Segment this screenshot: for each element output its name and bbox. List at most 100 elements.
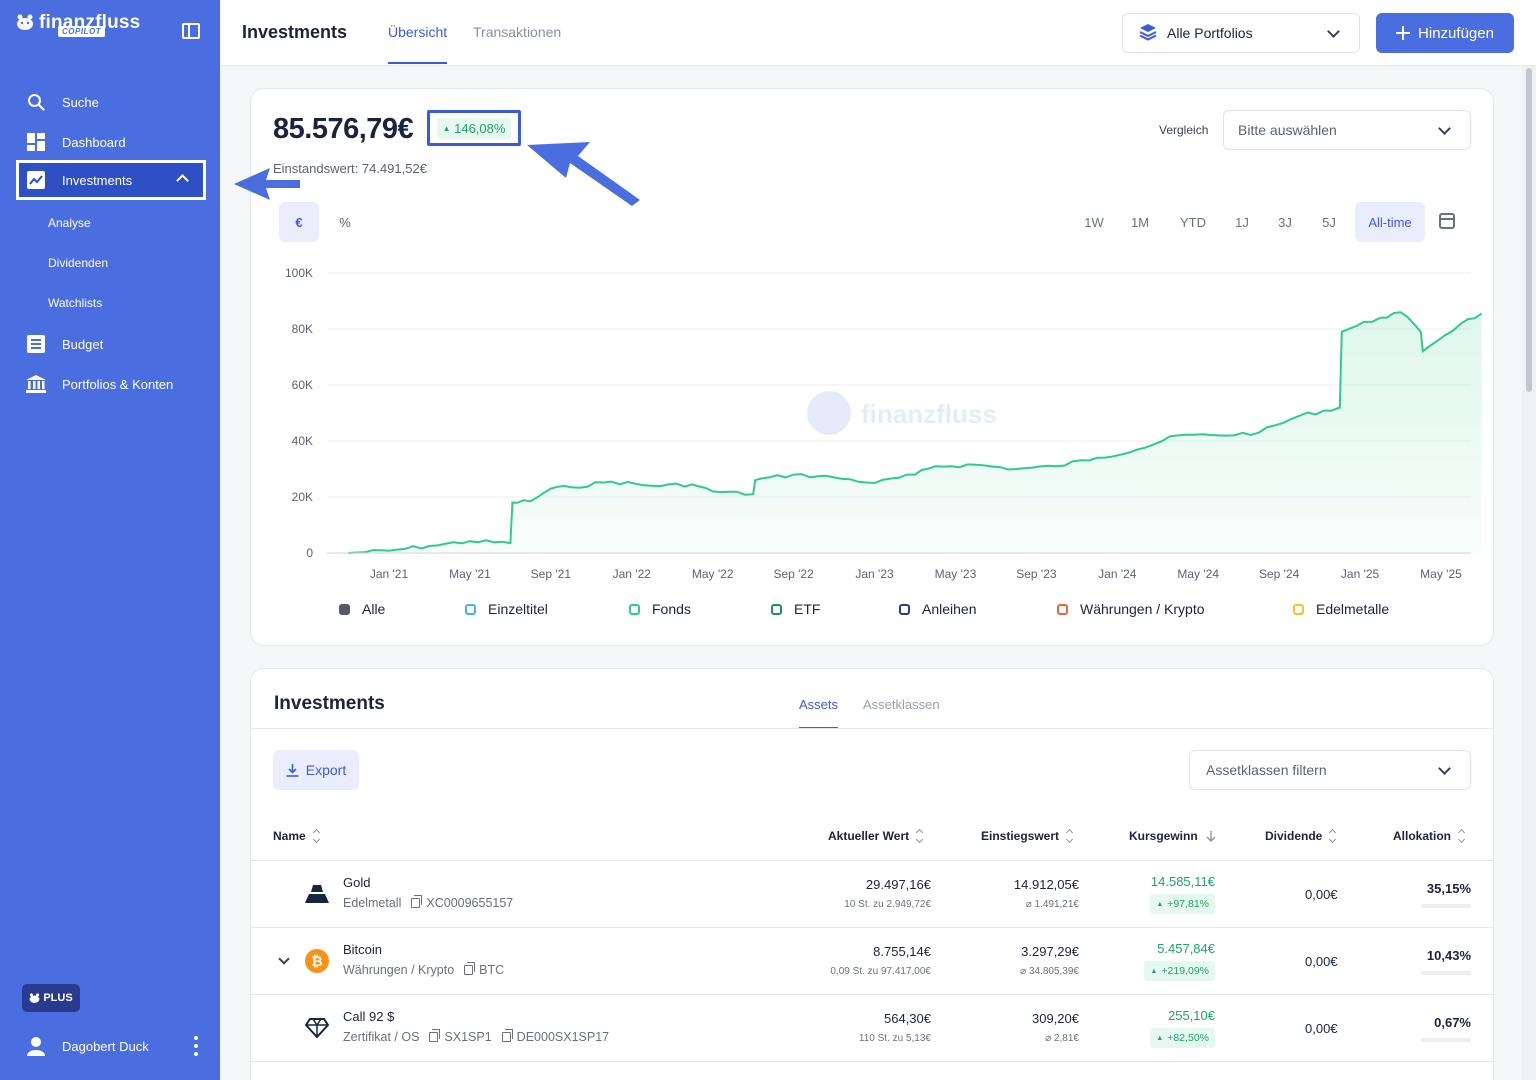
y-tick-label: 0 — [306, 546, 313, 560]
sidebar-item-dashboard[interactable]: Dashboard — [16, 122, 206, 162]
sidebar-item-budget[interactable]: Budget — [16, 324, 206, 364]
sidebar-item-label: Dashboard — [62, 134, 126, 150]
legend-item[interactable]: ETF — [771, 601, 820, 617]
calendar-icon[interactable] — [1439, 213, 1455, 229]
col-header-name[interactable]: Name — [273, 828, 320, 844]
performance-value: 146,08% — [454, 120, 506, 136]
sort-icon — [1329, 828, 1337, 844]
portfolio-value-chart: 100K 80K 60K 40K 20K 0 Jan '21 May '21 Sep '21 Ja… — [285, 266, 1483, 581]
layers-icon — [1139, 23, 1157, 44]
x-tick-label: Jan '23 — [855, 567, 894, 581]
range-3j-button[interactable]: 3J — [1269, 202, 1301, 242]
legend-item[interactable]: Einzeltitel — [465, 601, 548, 617]
sidebar-subitem-watchlists[interactable]: Watchlists — [48, 296, 102, 310]
copy-icon[interactable] — [464, 962, 476, 975]
export-button[interactable]: Export — [273, 750, 359, 790]
legend-item[interactable]: Anleihen — [899, 601, 977, 617]
bank-icon — [26, 374, 46, 394]
col-header-gain[interactable]: Kursgewinn — [1129, 829, 1216, 843]
price-gain: 14.585,11€ — [1150, 874, 1215, 889]
range-5j-button[interactable]: 5J — [1313, 202, 1345, 242]
search-icon — [26, 92, 46, 112]
x-tick-label: May '21 — [449, 567, 491, 581]
legend-item[interactable]: Alle — [339, 601, 385, 617]
col-header-label: Name — [273, 829, 306, 843]
legend-item[interactable]: Währungen / Krypto — [1057, 601, 1205, 617]
page-scrollbar[interactable] — [1522, 66, 1536, 1080]
unit-percent-button[interactable]: % — [325, 202, 365, 242]
sidebar-item-search[interactable]: Suche — [16, 82, 206, 122]
plus-badge[interactable]: PLUS — [22, 984, 80, 1012]
kebab-menu-icon[interactable] — [194, 1036, 198, 1056]
investments-title: Investments — [274, 693, 385, 714]
price-gain-badge: ▲ +82,50% — [1150, 1028, 1215, 1048]
copy-icon[interactable] — [411, 895, 423, 908]
dividend-value: 0,00€ — [1305, 954, 1338, 969]
tab-transaktionen[interactable]: Transaktionen — [473, 24, 561, 40]
asset-name[interactable]: Bitcoin — [343, 942, 382, 957]
asset-name[interactable]: Call 92 $ — [343, 1009, 394, 1024]
sidebar-subitem-analyse[interactable]: Analyse — [48, 216, 91, 230]
chevron-down-icon — [1438, 122, 1451, 135]
tab-assetklassen[interactable]: Assetklassen — [863, 697, 940, 712]
legend-marker-icon — [1293, 603, 1304, 615]
svg-text:₿: ₿ — [311, 954, 322, 970]
range-1m-button[interactable]: 1M — [1123, 202, 1157, 242]
col-header-dividend[interactable]: Dividende — [1265, 828, 1337, 844]
price-gain: 5.457,84€ — [1157, 941, 1215, 956]
svg-text:finanzfluss: finanzfluss — [861, 399, 997, 429]
diamond-icon — [303, 1014, 331, 1042]
x-tick-label: Sep '22 — [773, 567, 814, 581]
range-alltime-button[interactable]: All-time — [1355, 202, 1425, 242]
unit-euro-button[interactable]: € — [279, 202, 319, 242]
divider — [251, 728, 1493, 729]
x-tick-label: Jan '22 — [613, 567, 652, 581]
user-avatar-icon — [27, 1037, 45, 1056]
sidebar-subitem-dividenden[interactable]: Dividenden — [48, 256, 108, 270]
copy-icon[interactable] — [501, 1029, 513, 1042]
x-tick-label: Sep '24 — [1259, 567, 1300, 581]
range-ytd-button[interactable]: YTD — [1173, 202, 1213, 242]
sidebar-item-label: Investments — [62, 172, 133, 188]
sidebar-item-label: Suche — [62, 94, 99, 110]
table-row[interactable]: Gold Edelmetall XC0009655157 29.497,16€ … — [251, 861, 1495, 927]
sidebar-item-portfolios[interactable]: Portfolios & Konten — [16, 364, 206, 404]
legend-item[interactable]: Fonds — [629, 601, 691, 617]
sidebar-item-investments[interactable]: Investments — [16, 160, 206, 200]
copy-icon[interactable] — [429, 1029, 441, 1042]
add-button[interactable]: Hinzufügen — [1376, 13, 1514, 53]
col-header-entry[interactable]: Einstiegswert — [981, 828, 1074, 844]
col-header-value[interactable]: Aktueller Wert — [828, 828, 924, 844]
col-header-allocation[interactable]: Allokation — [1393, 828, 1466, 844]
legend-marker-icon — [899, 603, 910, 615]
legend-item[interactable]: Edelmetalle — [1293, 601, 1389, 617]
sort-icon — [916, 828, 924, 844]
table-row[interactable]: Call 92 $ Zertifikat / OS SX1SP1 DE000SX… — [251, 995, 1495, 1061]
x-tick-label: May '23 — [935, 567, 977, 581]
gold-bar-icon — [303, 880, 331, 908]
range-1w-button[interactable]: 1W — [1077, 202, 1111, 242]
scrollbar-thumb[interactable] — [1526, 68, 1532, 392]
tab-assets[interactable]: Assets — [799, 697, 839, 729]
top-header: Investments Übersicht Transaktionen Alle… — [220, 0, 1536, 66]
assetclass-filter-select[interactable]: Assetklassen filtern — [1189, 750, 1471, 790]
plus-icon — [1396, 26, 1411, 40]
x-tick-label: Sep '23 — [1016, 567, 1057, 581]
portfolio-select[interactable]: Alle Portfolios — [1122, 13, 1360, 53]
tab-uebersicht[interactable]: Übersicht — [388, 24, 448, 64]
allocation-value: 10,43% — [1426, 948, 1471, 963]
asset-name[interactable]: Gold — [343, 875, 370, 890]
chevron-down-icon[interactable] — [278, 953, 290, 965]
sidebar-collapse-icon[interactable] — [182, 23, 200, 39]
divider — [251, 1061, 1493, 1062]
asset-class: Währungen / Krypto — [343, 963, 455, 977]
table-row[interactable]: ₿ Bitcoin Währungen / Krypto BTC 8.755,1… — [251, 928, 1495, 994]
current-value: 29.497,16€ — [865, 877, 931, 892]
user-menu[interactable]: Dagobert Duck — [26, 1034, 198, 1058]
y-tick-label: 100K — [285, 266, 313, 280]
performance-badge: ▲ 146,08% — [436, 117, 512, 139]
range-1j-button[interactable]: 1J — [1227, 202, 1257, 242]
compare-select[interactable]: Bitte auswählen — [1223, 110, 1471, 150]
current-value: 8.755,14€ — [873, 944, 931, 959]
sort-icon — [1065, 828, 1074, 844]
